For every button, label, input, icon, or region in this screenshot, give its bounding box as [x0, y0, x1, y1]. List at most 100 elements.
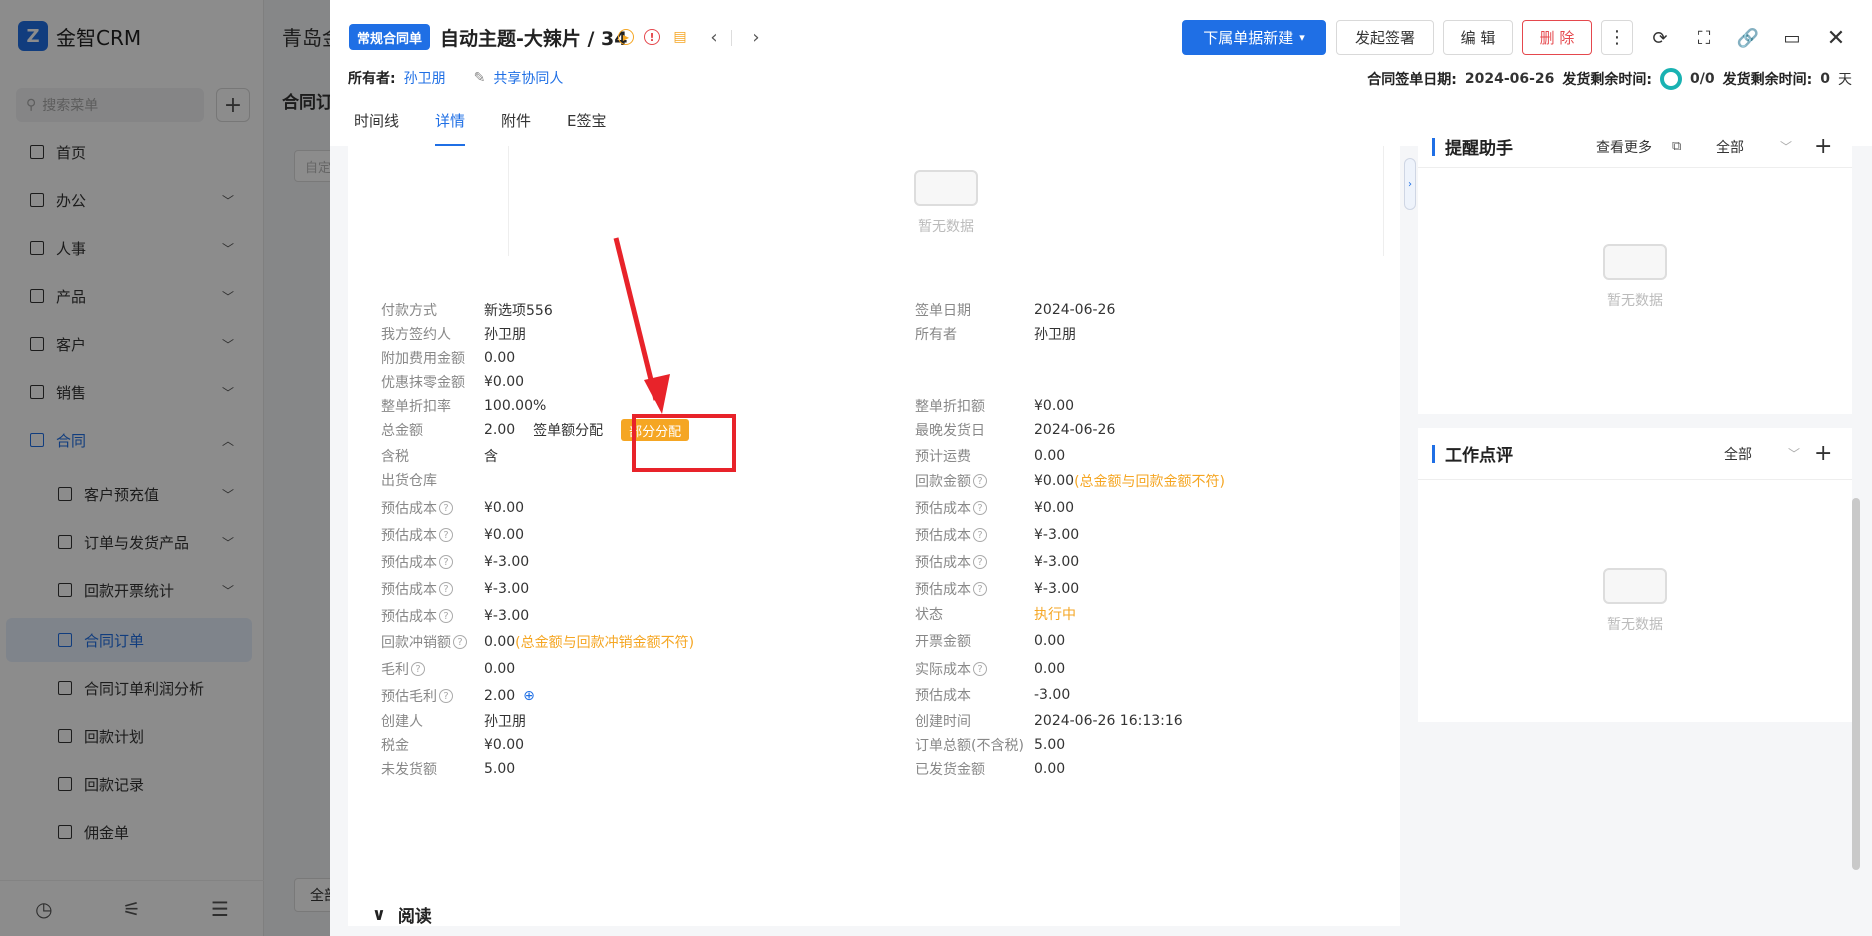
- field-label: 整单折扣额: [915, 395, 985, 417]
- annotation-box: [632, 414, 736, 472]
- chevron-down-icon: ﹀: [1788, 447, 1801, 461]
- empty-inbox-icon: [914, 170, 978, 206]
- help-icon[interactable]: ?: [439, 528, 453, 542]
- field-label-text: 所有者: [915, 327, 957, 343]
- help-icon[interactable]: ?: [973, 474, 987, 488]
- sign-date-label: 合同签单日期:: [1367, 72, 1457, 88]
- help-icon[interactable]: ?: [973, 501, 987, 515]
- help-icon[interactable]: ?: [439, 582, 453, 596]
- tab-timeline[interactable]: 时间线: [354, 110, 399, 146]
- scrollbar[interactable]: [1852, 498, 1860, 870]
- field-label-text: 预计运费: [915, 449, 971, 465]
- field-value-text: 2.00: [484, 688, 516, 704]
- field-value: ¥0.00: [484, 734, 524, 756]
- tab-details[interactable]: 详情: [435, 110, 466, 146]
- read-section-header[interactable]: ∨ 阅读: [372, 902, 432, 927]
- edit-button[interactable]: 编 辑: [1443, 20, 1513, 55]
- field-label-text: 预估毛利: [381, 689, 437, 705]
- field-label: 含税: [381, 445, 409, 467]
- empty-inbox-icon: [1603, 244, 1667, 280]
- view-more-link[interactable]: 查看更多: [1596, 137, 1652, 157]
- field-label-text: 状态: [915, 607, 943, 623]
- close-icon[interactable]: ✕: [1822, 24, 1850, 52]
- field-label: 开票金额: [915, 630, 971, 652]
- field-value-text: ¥-3.00: [484, 554, 530, 570]
- field-label-text: 整单折扣率: [381, 399, 451, 415]
- chevron-right-icon[interactable]: ›: [746, 27, 766, 48]
- field-label: 预估成本?: [915, 578, 987, 600]
- ship-remain-days: 0: [1820, 71, 1830, 87]
- field-value-text: 0.00: [484, 661, 516, 677]
- field-value: ¥-3.00: [1034, 578, 1079, 600]
- field-value: 100.00%: [484, 395, 546, 417]
- tab-attachments[interactable]: 附件: [501, 110, 531, 146]
- help-icon[interactable]: ?: [453, 635, 467, 649]
- reminder-panel: 提醒助手 查看更多 ⧉ 全部 ﹀ + 暂无数据: [1418, 126, 1852, 414]
- field-value: 0.00 (总金额与回款冲销金额不符): [484, 631, 694, 653]
- add-review-icon[interactable]: +: [1814, 441, 1832, 466]
- field-value-text: 0.00: [484, 350, 516, 366]
- review-filter-select[interactable]: 全部: [1724, 444, 1752, 464]
- field-value-text: 孙卫朋: [484, 327, 526, 343]
- help-icon[interactable]: ?: [973, 582, 987, 596]
- field-label: 已发货金额: [915, 758, 985, 780]
- field-label: 整单折扣率: [381, 395, 451, 417]
- link-icon[interactable]: 🔗: [1734, 24, 1762, 52]
- days-unit: 天: [1838, 72, 1852, 88]
- field-label-text: 我方签约人: [381, 327, 451, 343]
- start-sign-button[interactable]: 发起签署: [1336, 20, 1434, 55]
- field-label: 预估成本?: [915, 524, 987, 546]
- field-label-text: 预估成本: [915, 582, 971, 598]
- fullscreen-icon[interactable]: ⛶: [1690, 24, 1718, 52]
- progress-ring-icon: [1660, 68, 1683, 90]
- empty-text: 暂无数据: [1607, 617, 1663, 633]
- more-button[interactable]: ⋮: [1601, 20, 1633, 55]
- help-icon[interactable]: ?: [973, 528, 987, 542]
- share-collaborators-link[interactable]: 共享协同人: [493, 68, 563, 88]
- owner-value[interactable]: 孙卫朋: [404, 68, 446, 88]
- field-label-text: 含税: [381, 449, 409, 465]
- play-icon[interactable]: ▶: [618, 29, 634, 45]
- field-label: 预估成本?: [381, 605, 453, 627]
- reminder-panel-header: 提醒助手 查看更多 ⧉ 全部 ﹀ +: [1418, 126, 1852, 168]
- help-icon[interactable]: ?: [439, 555, 453, 569]
- ship-remain-label-2: 发货剩余时间:: [1722, 72, 1813, 88]
- chevron-left-icon[interactable]: ‹: [704, 27, 724, 48]
- help-icon[interactable]: ?: [439, 609, 453, 623]
- reminder-filter-select[interactable]: 全部: [1716, 137, 1744, 157]
- create-below-button[interactable]: 下属单据新建 ▾: [1182, 20, 1326, 55]
- field-label-text: 最晚发货日: [915, 423, 985, 439]
- field-label: 回款冲销额?: [381, 631, 467, 653]
- laptop-icon[interactable]: ▭: [1778, 24, 1806, 52]
- tab-esign[interactable]: E签宝: [567, 110, 606, 146]
- empty-text: 暂无数据: [1607, 293, 1663, 309]
- help-icon[interactable]: ?: [439, 689, 453, 703]
- annotation-arrow: [613, 237, 670, 414]
- alert-icon[interactable]: !: [644, 29, 660, 45]
- field-value-text: ¥0.00: [1034, 473, 1075, 489]
- field-value-text: 2024-06-26: [1034, 422, 1116, 438]
- field-value: 2024-06-26 16:13:16: [1034, 710, 1183, 732]
- field-label: 未发货额: [381, 758, 437, 780]
- field-label-text: 预估成本: [381, 582, 437, 598]
- field-value-text: 孙卫朋: [484, 714, 526, 730]
- clipboard-icon[interactable]: ▤: [670, 27, 690, 47]
- empty-inbox-icon: [1603, 568, 1667, 604]
- field-label-text: 出货仓库: [381, 473, 437, 489]
- owner-row: 所有者: 孙卫朋 ✎ 共享协同人: [348, 68, 563, 88]
- help-icon[interactable]: ?: [973, 555, 987, 569]
- window-icon[interactable]: ⧉: [1672, 139, 1681, 154]
- zoom-in-icon[interactable]: ⊕: [523, 688, 535, 704]
- help-icon[interactable]: ?: [411, 662, 425, 676]
- help-icon[interactable]: ?: [439, 501, 453, 515]
- refresh-icon[interactable]: ⟳: [1646, 24, 1674, 52]
- collapse-panel-tab[interactable]: ›: [1404, 158, 1416, 210]
- help-icon[interactable]: ?: [973, 662, 987, 676]
- drawer-header: 常规合同单 自动主题-大辣片 / 34 ▶ ! ▤ ‹ › 下属单据新建 ▾ 发起…: [330, 0, 1872, 146]
- field-label-text: 优惠抹零金额: [381, 375, 465, 391]
- delete-button[interactable]: 删 除: [1522, 20, 1592, 55]
- field-label-text: 实际成本: [915, 662, 971, 678]
- add-reminder-icon[interactable]: +: [1814, 134, 1832, 159]
- field-label: 签单日期: [915, 299, 971, 321]
- field-value: 执行中: [1034, 603, 1076, 625]
